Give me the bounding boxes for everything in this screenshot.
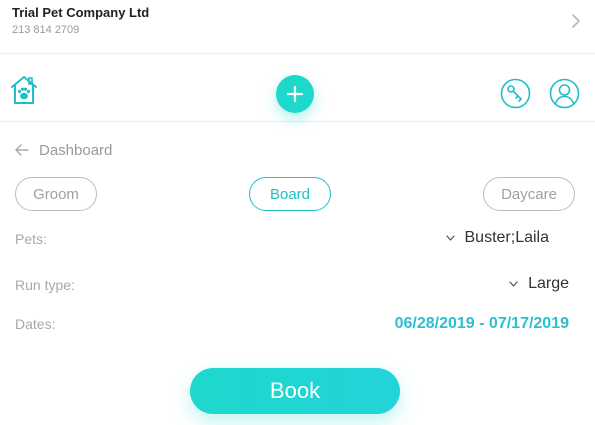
run-type-select[interactable]: Large [509, 275, 569, 293]
toolbar [0, 55, 595, 122]
pets-value: Buster;Laila [464, 229, 550, 246]
pets-select[interactable]: Buster;Laila [445, 229, 550, 247]
tab-board[interactable]: Board [249, 177, 331, 211]
run-type-value: Large [528, 275, 569, 292]
tab-daycare[interactable]: Daycare [483, 177, 575, 211]
run-type-label: Run type: [15, 277, 75, 293]
chevron-down-icon [509, 281, 518, 287]
dates-label: Dates: [15, 316, 56, 332]
house-paw-icon[interactable] [9, 74, 39, 106]
add-button[interactable] [276, 75, 314, 113]
tab-groom[interactable]: Groom [15, 177, 97, 211]
dates-range-picker[interactable]: 06/28/2019 - 07/17/2019 [395, 315, 569, 333]
back-label: Dashboard [39, 141, 113, 159]
company-phone: 213 814 2709 [12, 24, 80, 36]
book-button[interactable]: Book [190, 368, 400, 414]
user-icon[interactable] [549, 78, 580, 109]
arrow-left-icon [15, 144, 29, 156]
pets-label: Pets: [15, 231, 47, 247]
plus-icon [286, 85, 304, 103]
company-name: Trial Pet Company Ltd [12, 5, 150, 20]
back-to-dashboard-link[interactable]: Dashboard [15, 140, 112, 160]
key-icon[interactable] [500, 78, 531, 109]
chevron-down-icon [445, 235, 455, 241]
company-header[interactable]: Trial Pet Company Ltd 213 814 2709 [0, 0, 595, 54]
chevron-right-icon[interactable] [571, 12, 581, 30]
